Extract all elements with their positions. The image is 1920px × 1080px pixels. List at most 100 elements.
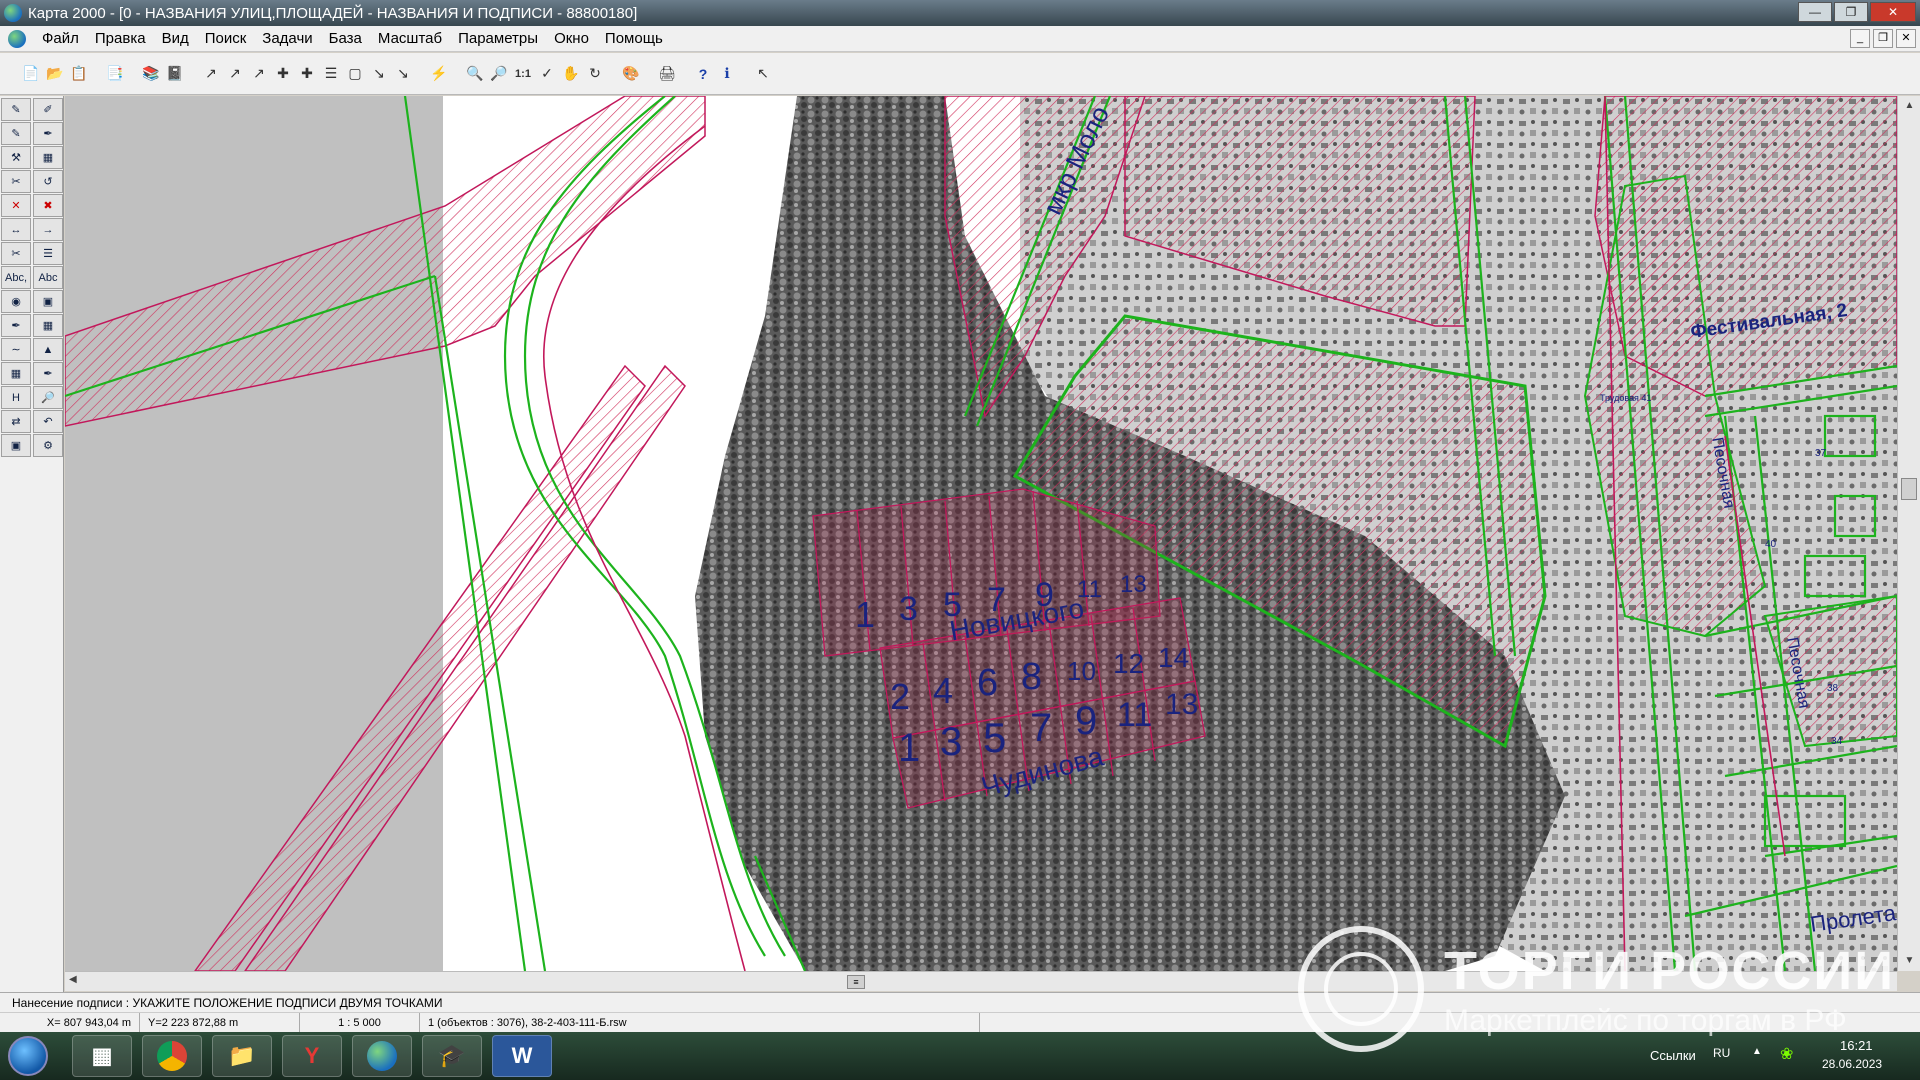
mdi-minimize-button[interactable]: _ xyxy=(1850,29,1870,48)
print-icon[interactable]: 🖨 xyxy=(656,63,678,85)
text-place-icon[interactable]: ✂ xyxy=(1,242,31,265)
draw-pen-icon[interactable]: ✐ xyxy=(33,98,63,121)
curve-icon[interactable]: ∼ xyxy=(1,338,31,361)
menu-file[interactable]: Файл xyxy=(34,30,87,47)
frame-icon[interactable]: ▣ xyxy=(1,434,31,457)
document-globe-icon[interactable] xyxy=(8,29,26,48)
plot-number: 14 xyxy=(1158,642,1190,673)
scroll-up-icon[interactable]: ▲ xyxy=(1898,96,1920,116)
scale-one-to-one-button[interactable]: 1:1 xyxy=(512,63,534,85)
select-frame-icon[interactable]: ▢ xyxy=(344,63,366,85)
link-icon[interactable]: ⇄ xyxy=(1,410,31,433)
refresh-icon[interactable]: ↻ xyxy=(584,63,606,85)
chrome-app-icon[interactable] xyxy=(142,1035,202,1077)
select-remove-icon[interactable]: ↗ xyxy=(248,63,270,85)
deselect-icon[interactable]: ↘ xyxy=(368,63,390,85)
menu-scale[interactable]: Масштаб xyxy=(370,30,450,47)
window-title: Карта 2000 - [0 - НАЗВАНИЯ УЛИЦ,ПЛОЩАДЕЙ… xyxy=(28,4,638,22)
yandex-app-icon[interactable]: Y xyxy=(282,1035,342,1077)
plot-number: 12 xyxy=(1113,648,1145,679)
horizontal-scroll-thumb[interactable]: ≡ xyxy=(847,975,865,989)
globe-tool-icon[interactable]: ◉ xyxy=(1,290,31,313)
object-list-icon[interactable]: ☰ xyxy=(320,63,342,85)
palette-icon[interactable]: 🎨 xyxy=(620,63,642,85)
deselect-all-icon[interactable]: ↘ xyxy=(392,63,414,85)
grid-icon[interactable]: ▦ xyxy=(1,362,31,385)
text-edit-icon[interactable]: ☰ xyxy=(33,242,63,265)
marker-icon[interactable]: ✒ xyxy=(1,314,31,337)
list-layers-icon[interactable]: 📓 xyxy=(164,63,186,85)
label-abc2-button[interactable]: Abc xyxy=(33,266,63,289)
info-icon[interactable]: ℹ xyxy=(716,63,738,85)
check-icon[interactable]: ✓ xyxy=(536,63,558,85)
objects-info: 1 (объектов : 3076), 38-2-403-111-Б.rsw xyxy=(420,1013,980,1032)
karta-app-icon[interactable] xyxy=(352,1035,412,1077)
scroll-left-icon[interactable]: ◀ xyxy=(69,974,77,985)
menu-window[interactable]: Окно xyxy=(546,30,597,47)
zoom-out-icon[interactable]: 🔍 xyxy=(464,63,486,85)
fill-area-icon[interactable]: ▦ xyxy=(33,146,63,169)
restore-button[interactable]: ❐ xyxy=(1834,2,1868,22)
menu-tasks[interactable]: Задачи xyxy=(254,30,320,47)
select-add-icon[interactable]: ↗ xyxy=(224,63,246,85)
select-tool-icon[interactable]: ▣ xyxy=(33,290,63,313)
cut-icon[interactable]: ✂ xyxy=(1,170,31,193)
start-button-icon[interactable] xyxy=(8,1036,48,1076)
select-point-icon[interactable]: ✚ xyxy=(272,63,294,85)
attribute-icon[interactable]: ▦ xyxy=(33,314,63,337)
label-house-38: 38 xyxy=(1827,683,1839,694)
word-app-icon[interactable]: W xyxy=(492,1035,552,1077)
cursor-info-icon[interactable]: ↖ xyxy=(752,63,774,85)
menu-parameters[interactable]: Параметры xyxy=(450,30,546,47)
menu-search[interactable]: Поиск xyxy=(197,30,255,47)
mdi-close-button[interactable]: ✕ xyxy=(1896,29,1916,48)
delete-icon[interactable]: ✕ xyxy=(1,194,31,217)
edit-line-icon[interactable]: ✒ xyxy=(33,122,63,145)
label-house-34: 34 xyxy=(1831,736,1843,747)
lightning-icon[interactable]: ⚡ xyxy=(428,63,450,85)
menu-view[interactable]: Вид xyxy=(154,30,197,47)
watermark-logo-icon xyxy=(1298,926,1424,1052)
plot-number: 4 xyxy=(933,670,954,711)
menu-help[interactable]: Помощь xyxy=(597,30,671,47)
plot-number: 8 xyxy=(1021,656,1043,698)
fill-bucket-icon[interactable]: ▲ xyxy=(33,338,63,361)
vertical-scroll-thumb[interactable] xyxy=(1901,478,1917,500)
height-tool-button[interactable]: H xyxy=(1,386,31,409)
calculator-app-icon[interactable]: ▦ xyxy=(72,1035,132,1077)
scholar-app-icon[interactable]: 🎓 xyxy=(422,1035,482,1077)
zoom-add-icon[interactable]: 🔎 xyxy=(33,386,63,409)
undo-icon[interactable]: ↶ xyxy=(33,410,63,433)
copy-icon[interactable]: 📋 xyxy=(68,63,90,85)
delete-point-icon[interactable]: ✖ xyxy=(33,194,63,217)
layers-icon[interactable]: 📚 xyxy=(140,63,162,85)
open-map-icon[interactable]: 📄 xyxy=(20,63,42,85)
minimize-button[interactable]: — xyxy=(1798,2,1832,22)
map-canvas[interactable]: мкр Моло Фестивальная, 2 Новицкого Чудин… xyxy=(65,96,1897,971)
select-icon[interactable]: ↗ xyxy=(200,63,222,85)
mdi-restore-button[interactable]: ❐ xyxy=(1873,29,1893,48)
move-icon[interactable]: ↔ xyxy=(1,218,31,241)
rotate-icon[interactable]: ↺ xyxy=(33,170,63,193)
help-question-icon[interactable]: ? xyxy=(692,63,714,85)
open-file-icon[interactable]: 📂 xyxy=(44,63,66,85)
draw-line-icon[interactable]: ✎ xyxy=(1,98,31,121)
print-preview-icon[interactable]: 📑 xyxy=(104,63,126,85)
brush-icon[interactable]: ✒ xyxy=(33,362,63,385)
vertical-scrollbar[interactable]: ▲ ▼ xyxy=(1897,96,1920,971)
tray-date[interactable]: 28.06.2023 xyxy=(1822,1057,1882,1071)
settings-tool-icon[interactable]: ⚙ xyxy=(33,434,63,457)
menu-base[interactable]: База xyxy=(321,30,370,47)
select-area-icon[interactable]: ✚ xyxy=(296,63,318,85)
edit-point-icon[interactable]: ✎ xyxy=(1,122,31,145)
plot-number: 9 xyxy=(1035,576,1054,614)
zoom-in-icon[interactable]: 🔎 xyxy=(488,63,510,85)
tools-icon[interactable]: ⚒ xyxy=(1,146,31,169)
close-button[interactable]: ✕ xyxy=(1870,2,1916,22)
menu-edit[interactable]: Правка xyxy=(87,30,154,47)
label-abc-button[interactable]: Abc, xyxy=(1,266,31,289)
extend-icon[interactable]: → xyxy=(33,218,63,241)
label-house-37: 37 xyxy=(1815,448,1827,459)
explorer-app-icon[interactable]: 📁 xyxy=(212,1035,272,1077)
pan-hand-icon[interactable]: ✋ xyxy=(560,63,582,85)
